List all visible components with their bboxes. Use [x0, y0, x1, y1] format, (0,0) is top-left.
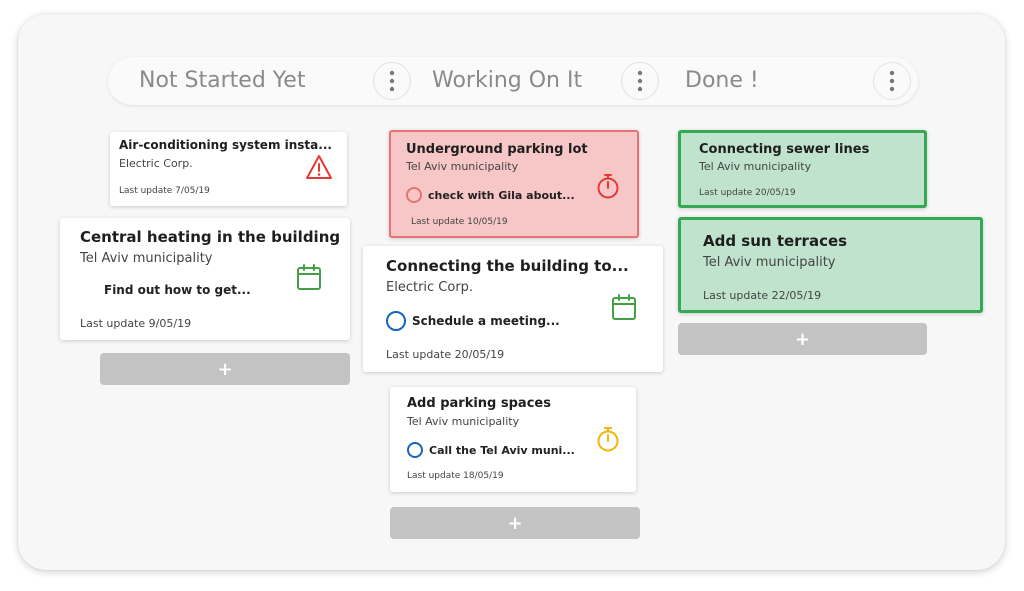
task-card-sun-terraces[interactable]: Add sun terraces Tel Aviv municipality L… — [678, 217, 983, 313]
task-card-underground-parking[interactable]: Underground parking lot Tel Aviv municip… — [389, 130, 639, 238]
card-task-label: Find out how to get... — [104, 283, 251, 297]
more-vertical-icon — [389, 70, 395, 92]
calendar-icon — [297, 264, 321, 290]
card-task-label: check with Gila about... — [428, 188, 575, 202]
column-title-not-started: Not Started Yet — [139, 68, 306, 93]
column-menu-button-working[interactable] — [621, 62, 659, 100]
add-icon: + — [507, 512, 523, 534]
warning-icon — [306, 155, 332, 179]
add-icon: + — [217, 358, 233, 380]
column-menu-button-not-started[interactable] — [373, 62, 411, 100]
card-last-update: Last update 22/05/19 — [703, 289, 822, 302]
add-icon: + — [794, 328, 811, 350]
card-title: Add sun terraces — [703, 232, 848, 250]
card-subtitle: Tel Aviv municipality — [80, 251, 213, 266]
card-last-update: Last update 18/05/19 — [407, 471, 504, 481]
task-card-add-parking-spaces[interactable]: Add parking spaces Tel Aviv municipality… — [390, 387, 636, 492]
column-title-done: Done ! — [685, 68, 759, 93]
column-title-working: Working On It — [432, 68, 583, 93]
card-subtitle: Electric Corp. — [119, 157, 193, 170]
card-title: Air-conditioning system insta... — [119, 138, 332, 152]
card-title: Connecting sewer lines — [699, 142, 870, 157]
task-status-circle[interactable] — [406, 187, 422, 203]
card-subtitle: Electric Corp. — [386, 280, 474, 295]
stopwatch-icon — [597, 174, 619, 199]
card-task: Schedule a meeting... — [386, 311, 560, 331]
task-status-circle[interactable] — [407, 442, 423, 458]
add-card-button-not-started[interactable]: + — [100, 353, 350, 385]
card-last-update: Last update 9/05/19 — [80, 317, 192, 330]
card-task: check with Gila about... — [406, 187, 575, 203]
calendar-icon — [612, 294, 636, 320]
card-title: Connecting the building to... — [386, 257, 629, 275]
card-last-update: Last update 20/05/19 — [699, 188, 796, 198]
more-vertical-icon — [637, 70, 643, 92]
card-last-update: Last update 10/05/19 — [411, 217, 508, 227]
task-status-circle[interactable] — [386, 311, 406, 331]
column-menu-button-done[interactable] — [873, 62, 911, 100]
task-card-air-conditioning[interactable]: Air-conditioning system insta... Electri… — [110, 132, 347, 206]
stopwatch-icon — [597, 427, 619, 452]
card-subtitle: Tel Aviv municipality — [703, 255, 836, 270]
card-title: Underground parking lot — [406, 142, 588, 157]
card-subtitle: Tel Aviv municipality — [407, 415, 520, 428]
card-last-update: Last update 7/05/19 — [119, 186, 210, 196]
card-task: Find out how to get... — [104, 283, 251, 297]
card-title: Central heating in the building — [80, 228, 341, 246]
more-vertical-icon — [889, 70, 895, 92]
card-task-label: Call the Tel Aviv muni... — [429, 443, 575, 457]
card-subtitle: Tel Aviv municipality — [699, 160, 812, 173]
card-subtitle: Tel Aviv municipality — [406, 160, 519, 173]
add-card-button-working[interactable]: + — [390, 507, 640, 539]
task-card-connecting-building[interactable]: Connecting the building to... Electric C… — [363, 246, 663, 372]
card-task-label: Schedule a meeting... — [412, 314, 560, 328]
add-card-button-done[interactable]: + — [678, 323, 927, 355]
task-card-central-heating[interactable]: Central heating in the building Tel Aviv… — [60, 218, 350, 340]
card-last-update: Last update 20/05/19 — [386, 348, 505, 361]
task-card-sewer-lines[interactable]: Connecting sewer lines Tel Aviv municipa… — [678, 130, 927, 208]
card-title: Add parking spaces — [407, 396, 551, 411]
card-task: Call the Tel Aviv muni... — [407, 442, 575, 458]
